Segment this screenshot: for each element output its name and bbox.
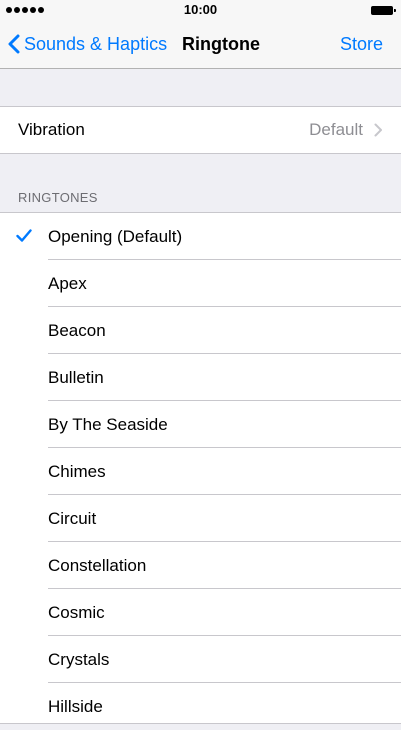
page-title: Ringtone [182,34,260,54]
ringtone-row[interactable]: Chimes [0,448,401,495]
vibration-row[interactable]: Vibration Default [0,107,401,153]
ringtone-label: Bulletin [48,367,104,387]
back-button[interactable]: Sounds & Haptics [8,20,167,68]
chevron-right-icon [374,123,382,137]
battery-icon [371,6,396,15]
status-time: 10:00 [183,2,218,17]
ringtone-row[interactable]: By The Seaside [0,401,401,448]
ringtone-row[interactable]: Cosmic [0,589,401,636]
ringtone-label: Cosmic [48,602,105,622]
chevron-left-icon [8,34,20,54]
checkmark-icon [16,229,32,242]
ringtone-row[interactable]: Constellation [0,542,401,589]
ringtone-label: Crystals [48,649,110,669]
ringtone-label: Constellation [48,555,147,575]
vibration-value: Default [309,120,363,139]
ringtone-label: Beacon [48,320,106,340]
status-bar: 10:00 [0,0,401,20]
back-button-label: Sounds & Haptics [24,33,168,54]
ringtone-label: Chimes [48,461,106,481]
ringtone-row[interactable]: Opening (Default) [0,213,401,260]
ringtone-row[interactable]: Apex [0,260,401,307]
ringtone-label: By The Seaside [48,414,168,434]
ringtone-row[interactable]: Circuit [0,495,401,542]
ringtone-label: Apex [48,273,87,293]
ringtone-row[interactable]: Beacon [0,307,401,354]
ringtone-label: Opening (Default) [48,226,183,246]
ringtones-section-header: RINGTONES [18,190,98,205]
ringtone-row[interactable]: Crystals [0,636,401,683]
ringtone-row[interactable]: Bulletin [0,354,401,401]
ringtone-list: Opening (Default) Apex Beacon Bulletin By Th… [0,212,401,724]
vibration-group: Vibration Default [0,106,401,154]
store-button[interactable]: Store [340,20,383,68]
navigation-bar: Sounds & Haptics Ringtone Store [0,20,401,69]
vibration-label: Vibration [18,120,85,139]
ringtone-row[interactable]: Hillside [0,683,401,730]
ringtone-label: Hillside [48,696,103,716]
ringtone-label: Circuit [48,508,97,528]
